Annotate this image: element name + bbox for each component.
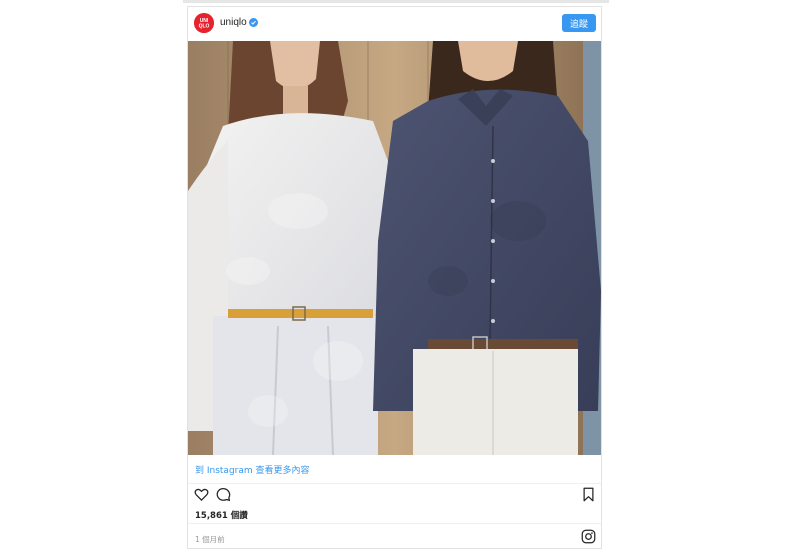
post-photo[interactable] [188,41,601,455]
instagram-icon[interactable] [581,529,596,544]
view-more-link[interactable]: 到 Instagram 查看更多內容 [195,463,310,476]
avatar-text-bottom: QLO [199,24,210,30]
comment-icon[interactable] [216,487,231,502]
heart-icon[interactable] [194,487,209,502]
post-header: UNI QLO uniqlo 追蹤 [188,7,601,41]
top-strip [183,0,609,3]
divider [188,483,601,484]
instagram-embed-card: UNI QLO uniqlo 追蹤 到 Instagram 查看更多內容 15,… [187,6,602,549]
likes-count[interactable]: 15,861 個讚 [195,509,248,521]
username[interactable]: uniqlo [220,17,247,28]
follow-button[interactable]: 追蹤 [562,14,596,32]
divider [188,523,601,524]
timestamp[interactable]: 1 個月前 [195,534,225,545]
verified-badge-icon [249,18,258,27]
bookmark-icon[interactable] [581,487,596,502]
avatar[interactable]: UNI QLO [194,13,214,33]
